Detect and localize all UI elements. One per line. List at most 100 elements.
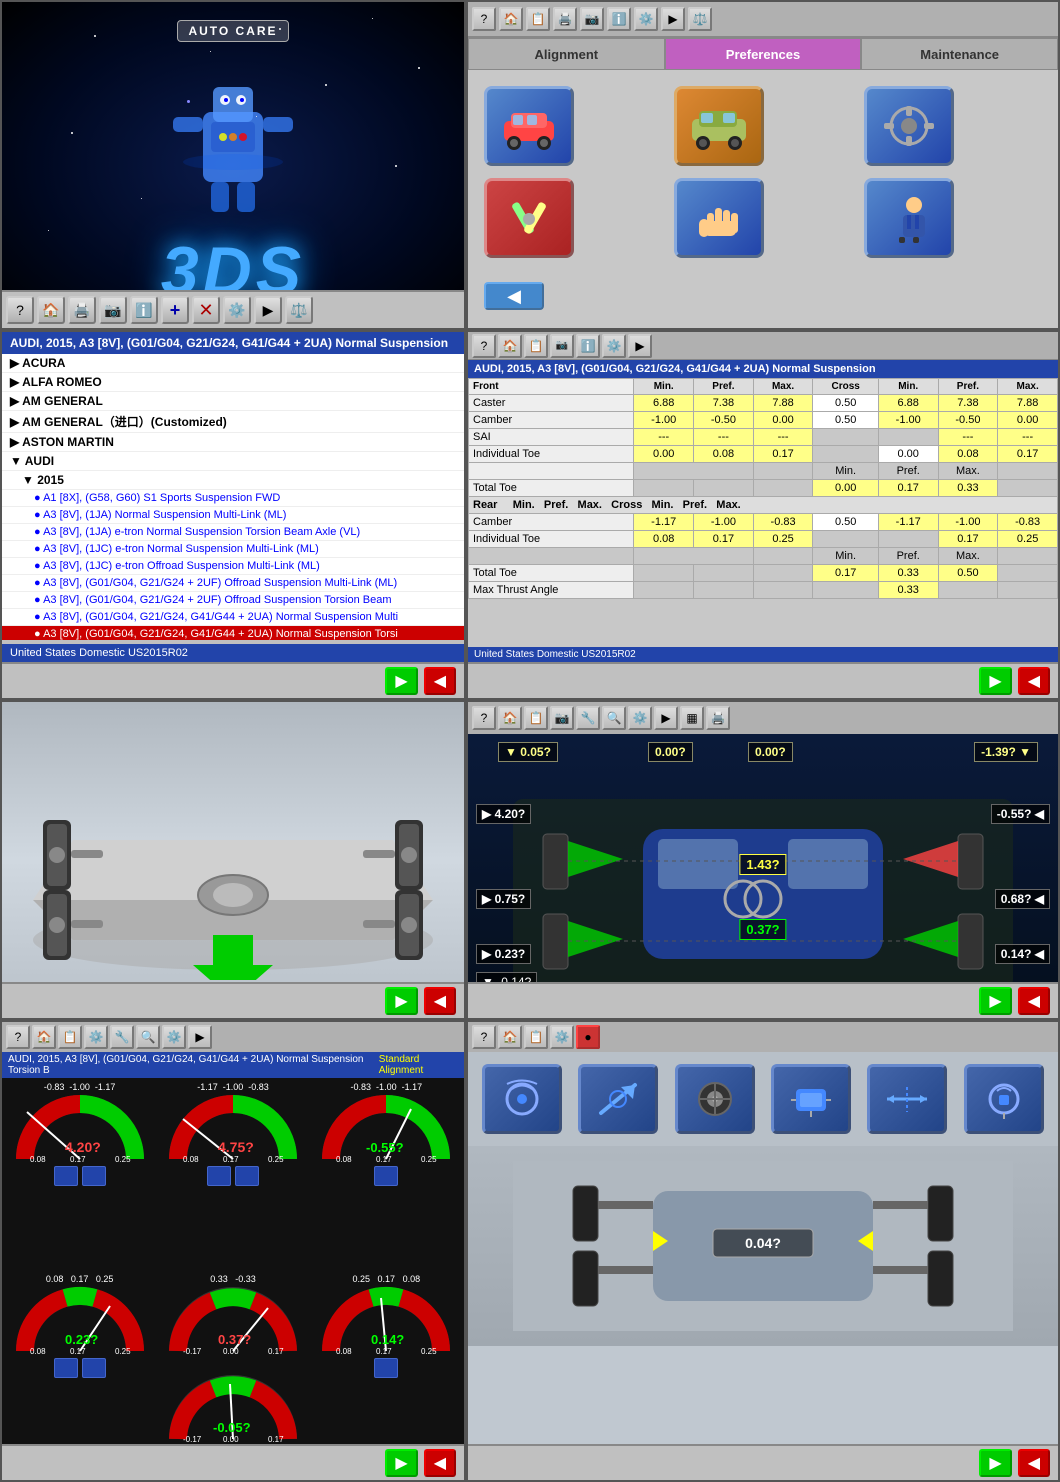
specs-doc[interactable]: 📋 xyxy=(524,334,548,358)
live-doc[interactable]: 📋 xyxy=(524,706,548,730)
equip-icon-arrow-ur[interactable] xyxy=(578,1064,658,1134)
branding-panel: AUTO CARE 3DS xyxy=(0,0,466,330)
diagram-next-btn[interactable]: ▶ xyxy=(385,987,417,1015)
svg-text:0.17: 0.17 xyxy=(268,1435,284,1444)
specs-gear[interactable]: ⚙️ xyxy=(602,334,626,358)
close-btn[interactable]: ✕ xyxy=(192,296,220,324)
pref-camera2-btn[interactable]: 📷 xyxy=(580,7,604,31)
equip-back-btn[interactable]: ◀ xyxy=(1018,1449,1050,1477)
equip-icon-sensor1[interactable] xyxy=(482,1064,562,1134)
pref-back-btn[interactable]: ◀ xyxy=(484,282,544,310)
equip-doc[interactable]: 📋 xyxy=(524,1025,548,1049)
gauge-tool[interactable]: ⚙️ xyxy=(84,1025,108,1049)
gauge-wrench[interactable]: 🔧 xyxy=(110,1025,134,1049)
add-btn[interactable]: + xyxy=(161,296,189,324)
info-btn[interactable]: ℹ️ xyxy=(130,296,158,324)
svg-text:0.17: 0.17 xyxy=(376,1155,392,1164)
model-a3-g01b[interactable]: ● A3 [8V], (G01/G04, G21/G24 + 2UF) Offr… xyxy=(2,592,464,609)
live-back-btn[interactable]: ◀ xyxy=(1018,987,1050,1015)
vehicle-back-btn[interactable]: ◀ xyxy=(424,667,456,695)
printer-btn[interactable]: 🖨️ xyxy=(68,296,96,324)
equip-help[interactable]: ? xyxy=(472,1025,496,1049)
gauge-zoom[interactable]: 🔍 xyxy=(136,1025,160,1049)
gauge-gear[interactable]: ⚙️ xyxy=(162,1025,186,1049)
help-btn[interactable]: ? xyxy=(6,296,34,324)
equip-home[interactable]: 🏠 xyxy=(498,1025,522,1049)
tab-preferences[interactable]: Preferences xyxy=(665,38,862,70)
live-zoom[interactable]: 🔍 xyxy=(602,706,626,730)
pref-icon-hand[interactable] xyxy=(674,178,764,258)
live-fwd[interactable]: ▶ xyxy=(654,706,678,730)
make-amg[interactable]: ▶ AM GENERAL xyxy=(2,392,464,411)
live-print[interactable]: 🖨️ xyxy=(706,706,730,730)
pref-icon-person[interactable] xyxy=(864,178,954,258)
camera-btn[interactable]: 📷 xyxy=(99,296,127,324)
gauges-next-btn[interactable]: ▶ xyxy=(385,1449,417,1477)
equip-icon-sensor3[interactable] xyxy=(964,1064,1044,1134)
gauges-back-btn[interactable]: ◀ xyxy=(424,1449,456,1477)
make-acura[interactable]: ▶ ACURA xyxy=(2,354,464,373)
gauges-panel: ? 🏠 📋 ⚙️ 🔧 🔍 ⚙️ ▶ AUDI, 2015, A3 [8V], (… xyxy=(0,1020,466,1482)
live-cam[interactable]: 📷 xyxy=(550,706,574,730)
make-amg2[interactable]: ▶ AM GENERAL（进口）(Customized) xyxy=(2,411,464,433)
specs-help[interactable]: ? xyxy=(472,334,496,358)
pref-help-btn[interactable]: ? xyxy=(472,7,496,31)
settings-btn[interactable]: ⚙️ xyxy=(223,296,251,324)
scale-btn[interactable]: ⚖️ xyxy=(285,296,313,324)
pref-icon-wrench[interactable] xyxy=(484,178,574,258)
equip-next-btn[interactable]: ▶ xyxy=(979,1449,1011,1477)
live-next-btn[interactable]: ▶ xyxy=(979,987,1011,1015)
next-btn[interactable]: ▶ xyxy=(254,296,282,324)
equip-icon-arrow-horiz[interactable] xyxy=(867,1064,947,1134)
model-a3-1ja2[interactable]: ● A3 [8V], (1JA) e-tron Normal Suspensio… xyxy=(2,524,464,541)
gauge-title-bar: AUDI, 2015, A3 [8V], (G01/G04, G21/G24, … xyxy=(2,1052,464,1078)
specs-back-btn[interactable]: ◀ xyxy=(1018,667,1050,695)
live-help[interactable]: ? xyxy=(472,706,496,730)
live-grid[interactable]: ▦ xyxy=(680,706,704,730)
year-2015[interactable]: ▼ 2015 xyxy=(2,471,464,490)
model-a3-1jc[interactable]: ● A3 [8V], (1JC) e-tron Normal Suspensio… xyxy=(2,541,464,558)
equip-red-dot[interactable]: ● xyxy=(576,1025,600,1049)
model-a3-1ja[interactable]: ● A3 [8V], (1JA) Normal Suspension Multi… xyxy=(2,507,464,524)
pref-info2-btn[interactable]: ℹ️ xyxy=(607,7,631,31)
live-home[interactable]: 🏠 xyxy=(498,706,522,730)
model-a1[interactable]: ● A1 [8X], (G58, G60) S1 Sports Suspensi… xyxy=(2,490,464,507)
home-btn[interactable]: 🏠 xyxy=(37,296,65,324)
gauge-home[interactable]: 🏠 xyxy=(32,1025,56,1049)
pref-icon-gear[interactable] xyxy=(864,86,954,166)
specs-home[interactable]: 🏠 xyxy=(498,334,522,358)
model-a3-selected[interactable]: ● A3 [8V], (G01/G04, G21/G24, G41/G44 + … xyxy=(2,626,464,640)
gauge-doc[interactable]: 📋 xyxy=(58,1025,82,1049)
pref-icon-car2[interactable] xyxy=(674,86,764,166)
make-audi[interactable]: ▼ AUDI xyxy=(2,452,464,471)
pref-gear-btn[interactable]: ⚙️ xyxy=(634,7,658,31)
vehicle-next-btn[interactable]: ▶ xyxy=(385,667,417,695)
pref-doc-btn[interactable]: 📋 xyxy=(526,7,550,31)
svg-text:0.23?: 0.23? xyxy=(65,1332,98,1347)
make-alfa[interactable]: ▶ ALFA ROMEO xyxy=(2,373,464,392)
specs-row-camber-rear: Camber -1.17-1.00-0.83 0.50 -1.17-1.00-0… xyxy=(469,514,1058,531)
gauge-fwd[interactable]: ▶ xyxy=(188,1025,212,1049)
equip-gear[interactable]: ⚙️ xyxy=(550,1025,574,1049)
specs-fwd[interactable]: ▶ xyxy=(628,334,652,358)
gauge-help[interactable]: ? xyxy=(6,1025,30,1049)
pref-print-btn[interactable]: 🖨️ xyxy=(553,7,577,31)
make-aston[interactable]: ▶ ASTON MARTIN xyxy=(2,433,464,452)
pref-home-btn[interactable]: 🏠 xyxy=(499,7,523,31)
specs-info[interactable]: ℹ️ xyxy=(576,334,600,358)
model-a3-1jc2[interactable]: ● A3 [8V], (1JC) e-tron Offroad Suspensi… xyxy=(2,558,464,575)
equip-icon-sensor2[interactable] xyxy=(771,1064,851,1134)
diagram-back-btn[interactable]: ◀ xyxy=(424,987,456,1015)
tab-maintenance[interactable]: Maintenance xyxy=(861,38,1058,70)
specs-next-btn[interactable]: ▶ xyxy=(979,667,1011,695)
model-a3-g01[interactable]: ● A3 [8V], (G01/G04, G21/G24 + 2UF) Offr… xyxy=(2,575,464,592)
equip-icon-wheel1[interactable] xyxy=(675,1064,755,1134)
pref-scale2-btn[interactable]: ⚖️ xyxy=(688,7,712,31)
pref-icon-car[interactable] xyxy=(484,86,574,166)
pref-fwd-btn[interactable]: ▶ xyxy=(661,7,685,31)
tab-alignment[interactable]: Alignment xyxy=(468,38,665,70)
specs-cam[interactable]: 📷 xyxy=(550,334,574,358)
model-a3-g01c[interactable]: ● A3 [8V], (G01/G04, G21/G24, G41/G44 + … xyxy=(2,609,464,626)
live-tool[interactable]: 🔧 xyxy=(576,706,600,730)
live-gear[interactable]: ⚙️ xyxy=(628,706,652,730)
